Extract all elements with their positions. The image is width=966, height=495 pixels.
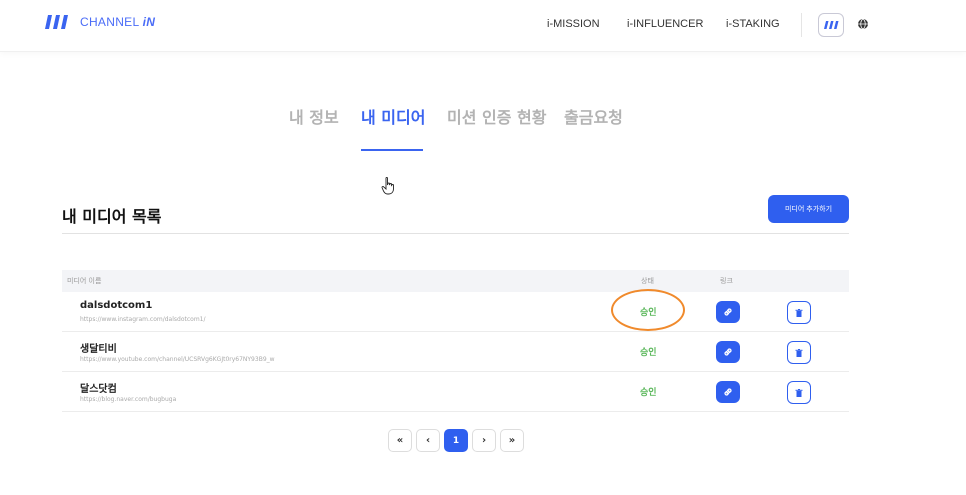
trash-icon xyxy=(795,348,803,357)
logo-text-bold: iN xyxy=(142,15,156,29)
page-1-button[interactable]: 1 xyxy=(444,429,468,452)
media-url: https://www.youtube.com/channel/UCSRVg6K… xyxy=(80,356,275,363)
next-page-button[interactable]: › xyxy=(472,429,496,452)
media-url: https://blog.naver.com/bugbuga xyxy=(80,396,177,403)
table-row: dalsdotcom1 https://www.instagram.com/da… xyxy=(62,289,849,332)
link-icon xyxy=(724,348,732,356)
tab-mission-status[interactable]: 미션 인증 현황 xyxy=(447,104,546,128)
media-table: 미디어 이름 상태 링크 dalsdotcom1 https://www.ins… xyxy=(62,270,849,412)
table-row: 달스닷컴 https://blog.naver.com/bugbuga 승인 xyxy=(62,372,849,412)
globe-icon[interactable] xyxy=(857,18,869,30)
nav-divider xyxy=(801,13,802,37)
trash-icon xyxy=(795,308,803,317)
tab-withdrawal-request[interactable]: 출금요청 xyxy=(564,104,623,128)
first-page-button[interactable]: « xyxy=(388,429,412,452)
media-name: 달스닷컴 xyxy=(80,384,117,395)
trash-icon xyxy=(795,388,803,397)
header-media-name: 미디어 이름 xyxy=(67,277,102,285)
hand-cursor-icon xyxy=(381,177,394,195)
open-link-button[interactable] xyxy=(716,341,740,363)
brand-mark-icon xyxy=(824,21,839,29)
nav-i-staking[interactable]: i-STAKING xyxy=(726,18,780,30)
link-icon xyxy=(724,308,732,316)
delete-button[interactable] xyxy=(787,341,811,364)
open-link-button[interactable] xyxy=(716,301,740,323)
active-tab-indicator xyxy=(361,149,423,151)
section-divider xyxy=(62,233,849,234)
logo-mark-icon xyxy=(45,15,68,29)
wallet-button[interactable] xyxy=(818,13,844,37)
status-badge: 승인 xyxy=(640,348,657,358)
add-media-button[interactable]: 미디어 추가하기 xyxy=(768,195,849,223)
section-title: 내 미디어 목록 xyxy=(62,207,162,226)
media-name: dalsdotcom1 xyxy=(80,300,153,311)
tab-my-info[interactable]: 내 정보 xyxy=(289,104,339,128)
top-header: CHANNEL iN i-MISSION i-INFLUENCER i-STAK… xyxy=(0,0,966,52)
link-icon xyxy=(724,388,732,396)
prev-page-button[interactable]: ‹ xyxy=(416,429,440,452)
table-header: 미디어 이름 상태 링크 xyxy=(62,270,849,292)
status-badge: 승인 xyxy=(640,308,657,318)
delete-button[interactable] xyxy=(787,301,811,324)
header-status: 상태 xyxy=(641,277,654,285)
status-badge: 승인 xyxy=(640,388,657,398)
header-link: 링크 xyxy=(720,277,733,285)
logo-text: CHANNEL iN xyxy=(80,15,155,29)
delete-button[interactable] xyxy=(787,381,811,404)
nav-i-influencer[interactable]: i-INFLUENCER xyxy=(627,18,703,30)
tab-my-media[interactable]: 내 미디어 xyxy=(361,104,425,128)
channel-in-logo[interactable]: CHANNEL iN xyxy=(44,13,155,31)
last-page-button[interactable]: » xyxy=(500,429,524,452)
media-name: 생달티비 xyxy=(80,344,117,355)
table-row: 생달티비 https://www.youtube.com/channel/UCS… xyxy=(62,332,849,372)
open-link-button[interactable] xyxy=(716,381,740,403)
media-url: https://www.instagram.com/dalsdotcom1/ xyxy=(80,316,206,323)
logo-text-main: CHANNEL xyxy=(80,15,140,29)
nav-i-mission[interactable]: i-MISSION xyxy=(547,18,600,30)
